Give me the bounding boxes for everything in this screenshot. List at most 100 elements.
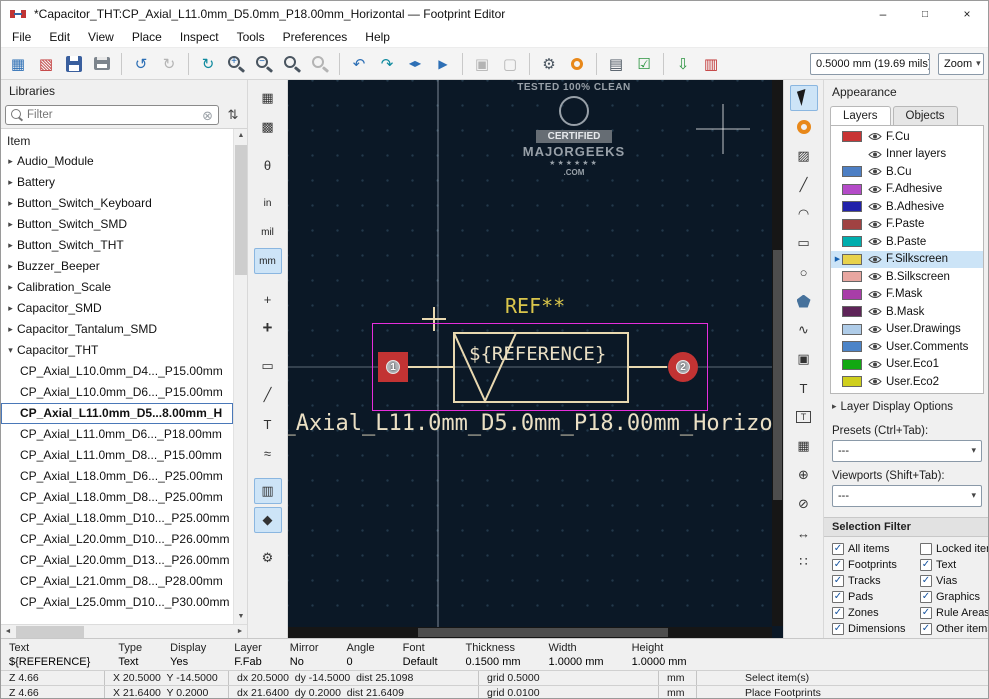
layer-color-swatch[interactable] [842, 219, 862, 230]
library-tree-row[interactable]: ▸ Button_Switch_THT [1, 235, 233, 256]
export-footprint-icon[interactable]: ▥ [698, 51, 724, 77]
zoom-selection-icon[interactable] [307, 51, 333, 77]
layer-row[interactable]: User.Comments [831, 338, 983, 356]
layer-color-swatch[interactable] [842, 271, 862, 282]
sort-libraries-icon[interactable]: ⇅ [223, 107, 243, 123]
library-tree-row[interactable]: CP_Axial_L20.0mm_D13..._P26.00mm [1, 550, 233, 571]
grid-visibility-icon[interactable]: ▦ [254, 85, 282, 111]
checkbox-icon[interactable] [832, 543, 844, 555]
library-tree-row[interactable]: CP_Axial_L11.0mm_D6..._P18.00mm [1, 424, 233, 445]
selection-filter-item[interactable]: Footprints [832, 559, 920, 571]
units-inches-button[interactable]: in [254, 190, 282, 216]
text-tool-icon[interactable]: T [790, 375, 818, 401]
libraries-horizontal-scrollbar[interactable]: ◄ ► [1, 624, 247, 638]
library-tree-row[interactable]: CP_Axial_L10.0mm_D6..._P15.00mm [1, 382, 233, 403]
layer-color-swatch[interactable] [842, 201, 862, 212]
layer-row[interactable]: F.Cu [831, 128, 983, 146]
viewports-select[interactable]: --- ▾ [832, 485, 982, 507]
layer-row[interactable]: ▶ F.Silkscreen [831, 251, 983, 269]
clear-filter-icon[interactable]: ⊗ [202, 109, 213, 122]
layer-color-swatch[interactable] [842, 236, 862, 247]
bezier-tool-icon[interactable]: ∿ [790, 317, 818, 343]
arc-tool-icon[interactable]: ◠ [790, 201, 818, 227]
redo-icon[interactable]: ↻ [156, 51, 182, 77]
layer-visibility-eye-icon[interactable] [866, 220, 883, 229]
selection-filter-item[interactable]: Other items [920, 623, 989, 635]
selection-filter-item[interactable]: Graphics [920, 591, 989, 603]
scrollbar-thumb[interactable] [235, 145, 247, 275]
sketch-text-icon[interactable]: T [254, 411, 282, 437]
library-tree-row[interactable]: CP_Axial_L18.0mm_D10..._P25.00mm [1, 508, 233, 529]
save-icon[interactable] [61, 51, 87, 77]
layer-row[interactable]: B.Cu [831, 163, 983, 181]
refresh-view-icon[interactable]: ↻ [195, 51, 221, 77]
line-tool-icon[interactable]: ╱ [790, 172, 818, 198]
dimension-tool-icon[interactable]: ▨ [790, 143, 818, 169]
layer-row[interactable]: User.Eco1 [831, 356, 983, 374]
layer-color-swatch[interactable] [842, 166, 862, 177]
zoom-fit-icon[interactable] [279, 51, 305, 77]
layer-color-swatch[interactable] [842, 289, 862, 300]
layer-visibility-eye-icon[interactable] [866, 325, 883, 334]
library-tree-row[interactable]: CP_Axial_L20.0mm_D10..._P26.00mm [1, 529, 233, 550]
tab-objects[interactable]: Objects [893, 106, 958, 125]
library-tree-row[interactable]: ▸ Battery [1, 172, 233, 193]
properties-panel-icon[interactable]: ▥ [254, 478, 282, 504]
layer-visibility-eye-icon[interactable] [866, 132, 883, 141]
layer-row[interactable]: B.Mask [831, 303, 983, 321]
layer-row[interactable]: User.Eco2 [831, 373, 983, 391]
layer-row[interactable]: F.Mask [831, 286, 983, 304]
ungroup-icon[interactable]: ▢ [497, 51, 523, 77]
grid-overrides-icon[interactable]: ▩ [254, 114, 282, 140]
menu-item[interactable]: Inspect [171, 28, 228, 46]
ratsnest-icon[interactable]: ≈ [254, 440, 282, 466]
layer-visibility-eye-icon[interactable] [866, 307, 883, 316]
scroll-up-icon[interactable]: ▲ [234, 129, 247, 143]
canvas-vertical-scrollbar[interactable] [772, 80, 783, 626]
pad-tool-icon[interactable] [790, 114, 818, 140]
select-tool-icon[interactable] [790, 85, 818, 111]
grid-origin-tool-icon[interactable]: ∷ [790, 549, 818, 575]
zoom-out-icon[interactable]: − [251, 51, 277, 77]
reference-designator-text[interactable]: REF** [505, 294, 565, 318]
library-tree-row[interactable]: ▸ Buzzer_Beeper [1, 256, 233, 277]
footprint-checker-icon[interactable]: ⚙ [254, 545, 282, 571]
layer-visibility-eye-icon[interactable] [866, 202, 883, 211]
library-tree-row[interactable]: ▸ Capacitor_SMD [1, 298, 233, 319]
layer-row[interactable]: F.Paste [831, 216, 983, 234]
layer-color-swatch[interactable] [842, 341, 862, 352]
checkbox-icon[interactable] [920, 575, 932, 587]
print-icon[interactable] [89, 51, 115, 77]
layer-row[interactable]: F.Adhesive [831, 181, 983, 199]
menu-item[interactable]: Edit [40, 28, 79, 46]
checkbox-icon[interactable] [920, 543, 932, 555]
library-tree-row[interactable]: CP_Axial_L21.0mm_D8..._P28.00mm [1, 571, 233, 592]
selection-filter-item[interactable]: Text [920, 559, 989, 571]
menu-item[interactable]: View [79, 28, 123, 46]
layer-color-swatch[interactable] [842, 359, 862, 370]
layer-color-swatch[interactable] [842, 254, 862, 265]
layer-color-swatch[interactable] [842, 324, 862, 335]
close-button[interactable]: × [946, 1, 988, 27]
rectangle-tool-icon[interactable]: ▭ [790, 230, 818, 256]
library-tree-row[interactable]: CP_Axial_L10.0mm_D4..._P15.00mm [1, 361, 233, 382]
measure-tool-icon[interactable]: ↔ [790, 520, 818, 546]
checkbox-icon[interactable] [832, 591, 844, 603]
libraries-vertical-scrollbar[interactable]: ▲ ▼ [233, 129, 247, 624]
text-properties-icon[interactable]: ▤ [603, 51, 629, 77]
filter-box[interactable]: ⊗ [5, 105, 219, 125]
library-tree-row[interactable]: CP_Axial_L18.0mm_D8..._P25.00mm [1, 487, 233, 508]
scrollbar-thumb[interactable] [773, 250, 782, 500]
flip-icon[interactable]: ▶ [430, 51, 456, 77]
library-tree-row[interactable]: ▾ Capacitor_THT [1, 340, 233, 361]
footprint-properties-icon[interactable]: ⚙ [536, 51, 562, 77]
mirror-icon[interactable]: ◀▶ [402, 51, 428, 77]
layer-visibility-eye-icon[interactable] [866, 167, 883, 176]
layer-visibility-eye-icon[interactable] [866, 290, 883, 299]
layer-visibility-eye-icon[interactable] [866, 360, 883, 369]
checkbox-icon[interactable] [920, 559, 932, 571]
canvas[interactable]: REF** ${REFERENCE} CP_Axial_L11.0mm_D5.0… [288, 80, 783, 638]
layer-color-swatch[interactable] [842, 306, 862, 317]
polar-coordinates-icon[interactable]: θ [254, 152, 282, 178]
footprint-checker-run-icon[interactable]: ☑ [631, 51, 657, 77]
